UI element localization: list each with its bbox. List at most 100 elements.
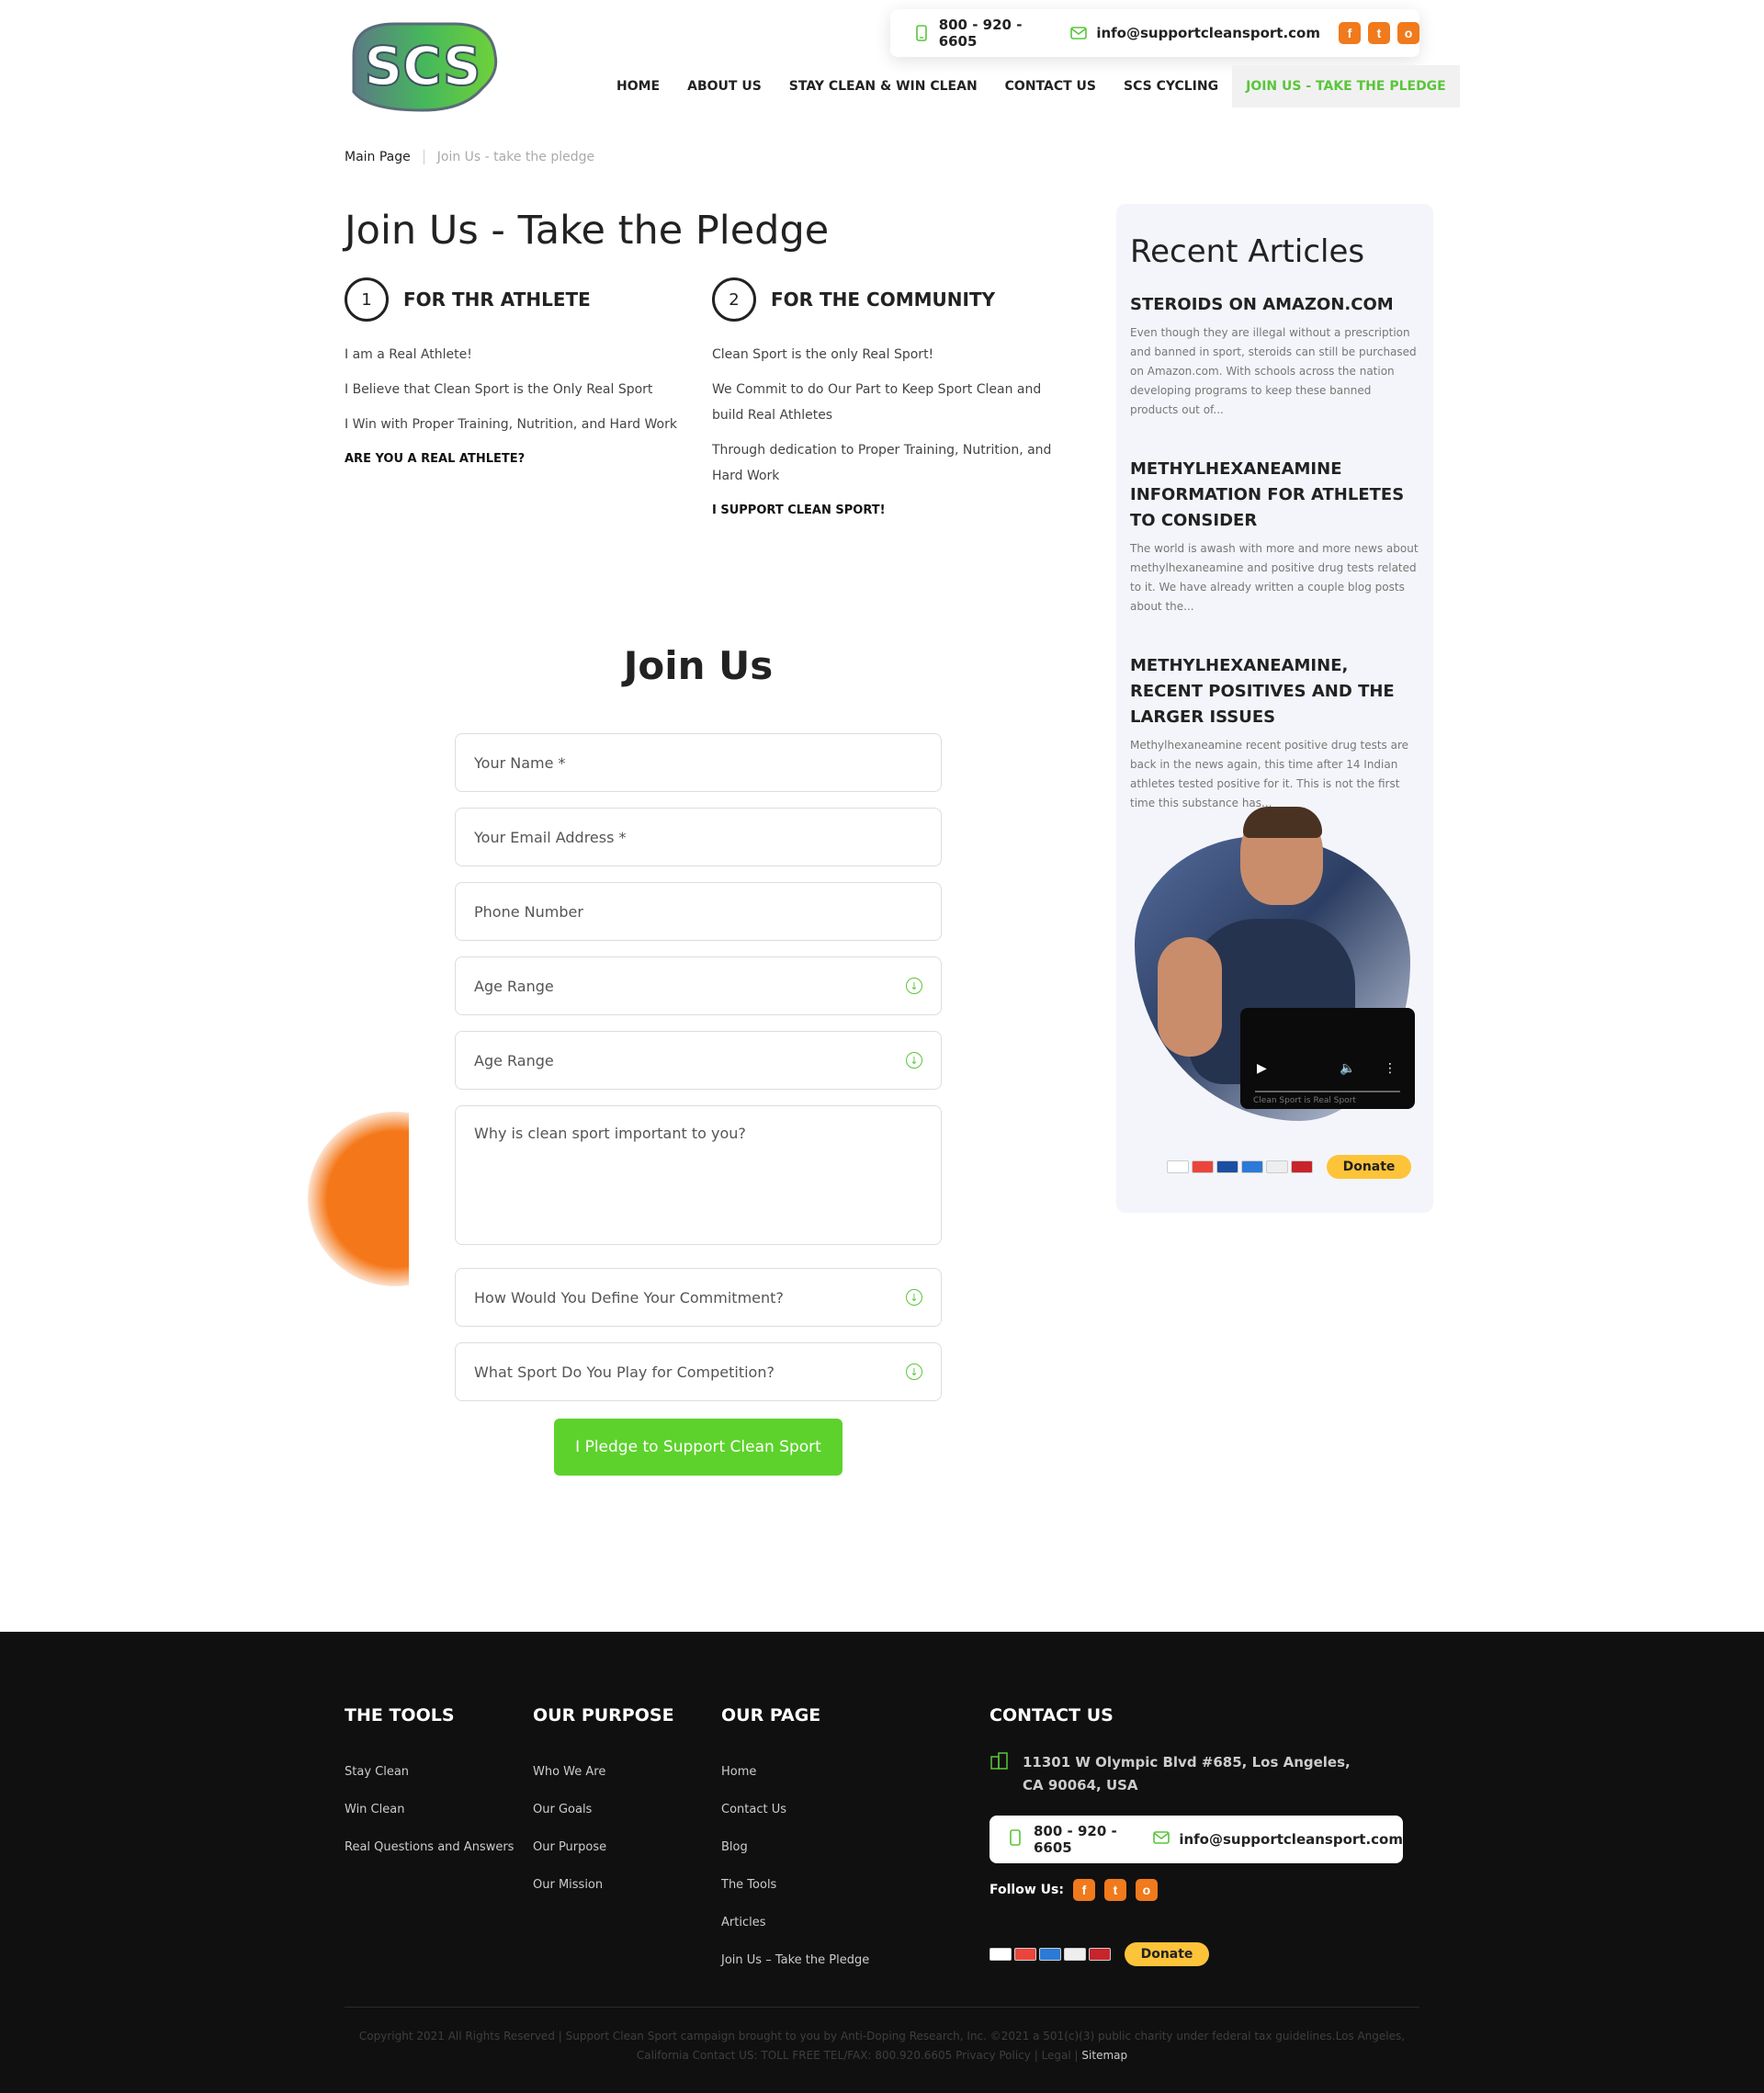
age-range-select-2[interactable]: Age Range ↓ bbox=[455, 1031, 942, 1090]
copyright-line-2: California Contact US: TOLL FREE TEL/FAX… bbox=[636, 2049, 1079, 2062]
sport-label: What Sport Do You Play for Competition? bbox=[474, 1363, 775, 1381]
twitter-icon[interactable]: t bbox=[1103, 1879, 1126, 1901]
athlete-pledge: 1 FOR THR ATHLETE I am a Real Athlete! I… bbox=[345, 277, 694, 481]
nav-join-us[interactable]: JOIN US - TAKE THE PLEDGE bbox=[1232, 65, 1460, 107]
footer-donate-button[interactable]: Donate bbox=[1125, 1942, 1209, 1966]
email-field[interactable]: Your Email Address * bbox=[455, 808, 942, 866]
facebook-icon[interactable]: f bbox=[1072, 1879, 1095, 1901]
facebook-icon[interactable]: f bbox=[1339, 22, 1361, 44]
age-range-label: Age Range bbox=[474, 977, 554, 995]
email-placeholder: Your Email Address * bbox=[474, 828, 627, 846]
instagram-icon[interactable]: o bbox=[1135, 1879, 1158, 1901]
footer-heading: OUR PURPOSE bbox=[533, 1705, 674, 1725]
footer-link[interactable]: Our Goals bbox=[533, 1791, 674, 1828]
building-icon bbox=[989, 1751, 1010, 1797]
article-excerpt: The world is awash with more and more ne… bbox=[1130, 542, 1419, 613]
footer-heading: OUR PAGE bbox=[721, 1705, 821, 1725]
page-title: Join Us - Take the Pledge bbox=[345, 208, 830, 254]
visa-card-icon bbox=[1167, 1160, 1189, 1173]
pledge-line: I am a Real Athlete! bbox=[345, 347, 472, 362]
footer-phone[interactable]: 800 - 920 - 6605 bbox=[1034, 1823, 1133, 1856]
video-progress-bar[interactable] bbox=[1255, 1091, 1400, 1092]
social-links: f t o bbox=[1339, 22, 1419, 44]
footer-link[interactable]: Real Questions and Answers bbox=[345, 1828, 514, 1866]
footer-contact-box: 800 - 920 - 6605 info@supportcleansport.… bbox=[989, 1816, 1403, 1863]
article-item[interactable]: METHYLHEXANEAMINE, RECENT POSITIVES AND … bbox=[1130, 653, 1419, 813]
more-options-icon[interactable]: ⋮ bbox=[1384, 1061, 1396, 1076]
pledge-line: Clean Sport is the only Real Sport! bbox=[712, 347, 934, 362]
mastercard-icon bbox=[1192, 1160, 1214, 1173]
article-title[interactable]: METHYLHEXANEAMINE, RECENT POSITIVES AND … bbox=[1130, 653, 1419, 730]
chevron-down-icon: ↓ bbox=[906, 978, 922, 994]
age-range-label: Age Range bbox=[474, 1051, 554, 1069]
maestro-icon bbox=[1216, 1160, 1238, 1173]
article-title[interactable]: METHYLHEXANEAMINE INFORMATION FOR ATHLET… bbox=[1130, 457, 1419, 534]
footer: THE TOOLS Stay Clean Win Clean Real Ques… bbox=[0, 1632, 1764, 2093]
donate-button[interactable]: Donate bbox=[1327, 1155, 1411, 1179]
video-player[interactable]: ▶ 🔈 ⋮ Clean Sport is Real Sport bbox=[1240, 1008, 1415, 1109]
footer-link[interactable]: Stay Clean bbox=[345, 1753, 514, 1791]
pledge-submit-button[interactable]: I Pledge to Support Clean Sport bbox=[554, 1419, 842, 1476]
payment-methods: Donate bbox=[1167, 1155, 1411, 1179]
footer-link[interactable]: Our Mission bbox=[533, 1866, 674, 1904]
article-item[interactable]: STEROIDS ON AMAZON.COM Even though they … bbox=[1130, 292, 1419, 420]
pledge-line: We Commit to do Our Part to Keep Sport C… bbox=[712, 382, 1042, 423]
main-nav: HOME ABOUT US STAY CLEAN & WIN CLEAN CON… bbox=[603, 65, 1460, 107]
athlete-media: ▶ 🔈 ⋮ Clean Sport is Real Sport bbox=[1135, 807, 1419, 1123]
chevron-down-icon: ↓ bbox=[906, 1289, 922, 1306]
footer-link[interactable]: Articles bbox=[721, 1904, 869, 1941]
article-excerpt: Even though they are illegal without a p… bbox=[1130, 326, 1417, 416]
sitemap-link[interactable]: Sitemap bbox=[1081, 2049, 1127, 2062]
article-title[interactable]: STEROIDS ON AMAZON.COM bbox=[1130, 292, 1419, 318]
phone-field[interactable]: Phone Number bbox=[455, 882, 942, 941]
chevron-down-icon: ↓ bbox=[906, 1363, 922, 1380]
volume-icon[interactable]: 🔈 bbox=[1340, 1061, 1355, 1076]
footer-link[interactable]: Contact Us bbox=[721, 1791, 869, 1828]
mail-icon bbox=[1153, 1831, 1170, 1848]
breadcrumb-home[interactable]: Main Page bbox=[345, 150, 411, 164]
footer-tools: THE TOOLS Stay Clean Win Clean Real Ques… bbox=[345, 1705, 514, 1866]
nav-about-us[interactable]: ABOUT US bbox=[673, 65, 775, 107]
phone-icon bbox=[1010, 1829, 1021, 1850]
discover-icon bbox=[1064, 1948, 1086, 1961]
instagram-icon[interactable]: o bbox=[1397, 22, 1419, 44]
name-field[interactable]: Your Name * bbox=[455, 733, 942, 792]
footer-link[interactable]: Blog bbox=[721, 1828, 869, 1866]
footer-email[interactable]: info@supportcleansport.com bbox=[1179, 1831, 1403, 1848]
nav-stay-clean[interactable]: STAY CLEAN & WIN CLEAN bbox=[775, 65, 991, 107]
nav-home[interactable]: HOME bbox=[603, 65, 673, 107]
footer-payment-methods: Donate bbox=[989, 1942, 1209, 1966]
unionpay-icon bbox=[1291, 1160, 1313, 1173]
breadcrumb: Main Page Join Us - take the pledge bbox=[345, 150, 594, 164]
pledge-line: Through dedication to Proper Training, N… bbox=[712, 443, 1052, 483]
footer-link[interactable]: Win Clean bbox=[345, 1791, 514, 1828]
footer-link[interactable]: Our Purpose bbox=[533, 1828, 674, 1866]
commitment-select[interactable]: How Would You Define Your Commitment? ↓ bbox=[455, 1268, 942, 1327]
nav-contact-us[interactable]: CONTACT US bbox=[991, 65, 1110, 107]
topbar-email[interactable]: info@supportcleansport.com bbox=[1096, 25, 1320, 41]
footer-heading: CONTACT US bbox=[989, 1705, 1114, 1725]
phone-icon bbox=[914, 25, 930, 41]
footer-divider bbox=[345, 2007, 1419, 2008]
sport-select[interactable]: What Sport Do You Play for Competition? ↓ bbox=[455, 1342, 942, 1401]
footer-link[interactable]: The Tools bbox=[721, 1866, 869, 1904]
age-range-select[interactable]: Age Range ↓ bbox=[455, 956, 942, 1015]
join-form-title: Join Us bbox=[623, 643, 774, 688]
footer-contact: CONTACT US bbox=[989, 1705, 1114, 1753]
contact-topbar: 800 - 920 - 6605 info@supportcleansport.… bbox=[890, 9, 1419, 57]
amex-icon bbox=[1039, 1948, 1061, 1961]
footer-link[interactable]: Join Us – Take the Pledge bbox=[721, 1941, 869, 1979]
scs-logo[interactable]: SCS bbox=[345, 18, 501, 114]
article-item[interactable]: METHYLHEXANEAMINE INFORMATION FOR ATHLET… bbox=[1130, 457, 1419, 617]
nav-scs-cycling[interactable]: SCS CYCLING bbox=[1110, 65, 1232, 107]
copyright: Copyright 2021 All Rights Reserved | Sup… bbox=[345, 2027, 1419, 2065]
step-number: 1 bbox=[345, 277, 389, 322]
copyright-line-1: Copyright 2021 All Rights Reserved | Sup… bbox=[358, 2030, 1406, 2042]
why-textarea[interactable]: Why is clean sport important to you? bbox=[455, 1105, 942, 1245]
footer-link[interactable]: Who We Are bbox=[533, 1753, 674, 1791]
footer-link[interactable]: Home bbox=[721, 1753, 869, 1791]
sidebar: Recent Articles STEROIDS ON AMAZON.COM E… bbox=[1116, 204, 1433, 1213]
topbar-phone[interactable]: 800 - 920 - 6605 bbox=[939, 17, 1057, 50]
play-icon[interactable]: ▶ bbox=[1257, 1061, 1267, 1076]
twitter-icon[interactable]: t bbox=[1368, 22, 1390, 44]
